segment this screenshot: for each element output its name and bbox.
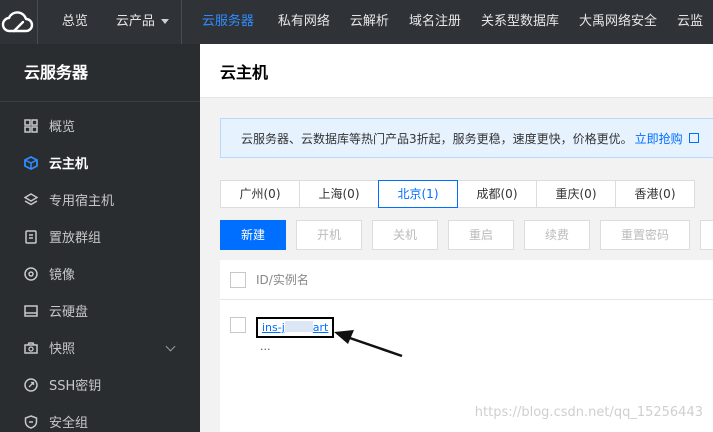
redacted-area [284,321,313,332]
sidebar-item-label: 云主机 [49,157,89,172]
layers-icon [24,192,38,205]
select-all-checkbox[interactable] [230,271,246,288]
sidebar-item-ssh-key[interactable]: SSH密钥 [0,366,200,403]
tab-region-chengdu[interactable]: 成都(0) [457,180,537,208]
sidebar-item-placement-group[interactable]: 置放群组 [0,218,200,255]
region-tabs: 广州(0) 上海(0) 北京(1) 成都(0) 重庆(0) 香港(0) [220,180,695,208]
instance-id-link[interactable]: ins-j art [262,321,328,334]
table-header: ID/实例名 [220,260,713,300]
grid-icon [24,118,38,133]
sidebar: 云服务器 概览 云主机 专用宿主机 置放群组 镜像 云硬盘 快照 SSH密钥 安… [0,44,200,432]
promo-link[interactable]: 立即抢购 [635,130,683,147]
sidebar-title: 云服务器 [0,44,200,102]
sidebar-item-cvm[interactable]: 云主机 [0,144,200,181]
instance-id-prefix: ins-j [262,321,285,334]
nav-security[interactable]: 大禹网络安全 [569,0,667,44]
sidebar-item-label: SSH密钥 [49,379,102,394]
nav-cdb[interactable]: 关系型数据库 [471,0,569,44]
reset-password-button[interactable]: 重置密码 [600,220,690,250]
nav-products-dropdown[interactable]: 云产品 [102,0,182,44]
sidebar-item-label: 快照 [49,342,76,357]
cube-icon [24,155,38,170]
sidebar-item-label: 专用宿主机 [49,194,115,209]
nav-dns[interactable]: 云解析 [340,0,399,44]
page-title: 云主机 [200,44,713,98]
instance-cell: ins-j art ... [256,317,335,353]
table-row: ins-j art ... [220,300,713,360]
more-button[interactable]: 更 [700,220,713,250]
nav-vpc[interactable]: 私有网络 [268,0,340,44]
nav-products-label: 云产品 [115,14,155,29]
camera-icon [24,341,38,354]
disk-icon [24,304,38,317]
start-button[interactable]: 开机 [296,220,362,250]
stop-button[interactable]: 关机 [372,220,438,250]
sidebar-item-dedicated-host[interactable]: 专用宿主机 [0,181,200,218]
main-content: 云主机 云服务器、云数据库等热门产品3折起，服务更稳，速度更快，价格更优。 立即… [200,44,713,432]
instance-id-highlight: ins-j art [256,317,335,338]
sidebar-item-snapshot[interactable]: 快照 [0,329,200,366]
disc-icon [24,266,38,281]
sidebar-item-label: 概览 [49,120,76,135]
tab-region-guangzhou[interactable]: 广州(0) [220,180,300,208]
nav-domain[interactable]: 域名注册 [399,0,471,44]
nav-cvm[interactable]: 云服务器 [182,0,268,44]
sidebar-item-image[interactable]: 镜像 [0,255,200,292]
key-icon [24,377,38,392]
promo-text: 云服务器、云数据库等热门产品3折起，服务更稳，速度更快，价格更优。 [241,131,633,146]
renew-button[interactable]: 续费 [524,220,590,250]
watermark: https://blog.csdn.net/qq_15256443 [474,405,703,420]
annotation-arrow-icon [334,330,403,358]
group-icon [25,229,37,244]
instance-id-suffix: art [312,321,329,334]
tab-region-hongkong[interactable]: 香港(0) [615,180,695,208]
chevron-down-icon[interactable] [165,341,176,352]
row-checkbox[interactable] [230,317,246,333]
action-toolbar: 新建 开机 关机 重启 续费 重置密码 更 [220,220,713,250]
caret-down-icon [160,19,169,24]
external-link-icon[interactable] [688,133,699,143]
promo-banner: 云服务器、云数据库等热门产品3折起，服务更稳，速度更快，价格更优。 立即抢购 [220,118,713,158]
column-header-id: ID/实例名 [256,273,309,287]
tab-region-chongqing[interactable]: 重庆(0) [536,180,616,208]
instance-name: ... [260,340,271,353]
cloud-logo-icon[interactable] [0,0,38,44]
sidebar-item-security-group[interactable]: 安全组 [0,403,200,432]
tab-region-shanghai[interactable]: 上海(0) [299,180,379,208]
nav-overview[interactable]: 总览 [38,0,102,44]
shield-icon [24,414,38,429]
sidebar-item-label: 安全组 [49,416,89,431]
tab-region-beijing[interactable]: 北京(1) [378,180,458,208]
sidebar-item-label: 镜像 [49,268,76,283]
create-button[interactable]: 新建 [220,220,286,250]
top-navbar: 总览 云产品 云服务器 私有网络 云解析 域名注册 关系型数据库 大禹网络安全 … [0,0,713,44]
sidebar-item-overview[interactable]: 概览 [0,107,200,144]
sidebar-item-label: 置放群组 [49,231,102,246]
sidebar-item-cbs[interactable]: 云硬盘 [0,292,200,329]
nav-monitor[interactable]: 云监 [667,0,713,44]
sidebar-item-label: 云硬盘 [49,305,89,320]
cloud-icon [2,11,34,33]
restart-button[interactable]: 重启 [448,220,514,250]
